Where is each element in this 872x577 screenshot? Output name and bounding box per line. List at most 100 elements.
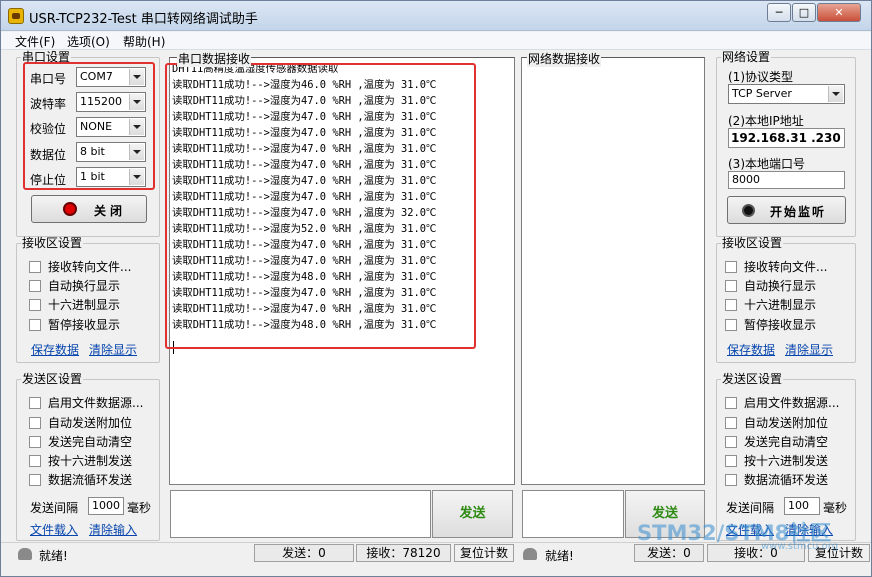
option-label: 自动发送附加位 (744, 416, 829, 430)
chevron-down-icon (828, 86, 843, 102)
chevron-down-icon (129, 169, 144, 185)
left-interval-input[interactable]: 1000 (88, 497, 124, 515)
right-recv-to-file-checkbox[interactable]: 接收转向文件... (725, 260, 827, 274)
option-label: 启用文件数据源... (48, 396, 144, 410)
parity-label: 校验位 (30, 122, 67, 136)
left-load-file-link[interactable]: 文件载入 (30, 521, 78, 538)
option-label: 自动换行显示 (744, 279, 817, 293)
start-listen-button[interactable]: 开始监听 (727, 196, 846, 224)
right-receive-legend: 接收区设置 (722, 236, 783, 250)
left-hex-display-checkbox[interactable]: 十六进制显示 (29, 298, 120, 312)
protocol-select[interactable]: TCP Server (728, 84, 845, 104)
right-interval-unit: 毫秒 (823, 501, 848, 515)
title-bar: USR-TCP232-Test 串口转网络调试助手 ─ □ ✕ (1, 1, 871, 31)
option-label: 暂停接收显示 (744, 318, 817, 332)
option-label: 暂停接收显示 (48, 318, 121, 332)
serial-receive-line: 读取DHT11成功!-->湿度为46.0 %RH ,温度为 31.0℃ (172, 79, 437, 91)
baud-value: 115200 (80, 95, 122, 108)
close-window-button[interactable]: ✕ (817, 3, 861, 22)
minimize-button[interactable]: ─ (767, 3, 791, 22)
app-icon (8, 8, 24, 24)
option-label: 启用文件数据源... (744, 396, 840, 410)
listen-indicator-icon (742, 204, 755, 217)
serial-settings-legend: 串口设置 (22, 50, 71, 64)
menu-help[interactable]: 帮助(H) (123, 33, 165, 50)
stopbits-label: 停止位 (30, 173, 67, 187)
right-save-data-link[interactable]: 保存数据 (727, 341, 775, 358)
baud-label: 波特率 (30, 97, 67, 111)
menu-options[interactable]: 选项(O) (67, 33, 110, 50)
option-label: 按十六进制发送 (48, 454, 133, 468)
net-send-input[interactable] (522, 490, 624, 538)
serial-receive-line: 读取DHT11成功!-->湿度为47.0 %RH ,温度为 31.0℃ (172, 175, 437, 187)
serial-receive-line: 读取DHT11成功!-->湿度为52.0 %RH ,温度为 31.0℃ (172, 223, 437, 235)
left-hex-send-checkbox[interactable]: 按十六进制发送 (29, 454, 132, 468)
left-save-data-link[interactable]: 保存数据 (31, 341, 79, 358)
serial-receive-line: 读取DHT11成功!-->湿度为47.0 %RH ,温度为 31.0℃ (172, 239, 437, 251)
right-hex-send-checkbox[interactable]: 按十六进制发送 (725, 454, 828, 468)
local-port-label: (3)本地端口号 (728, 157, 805, 171)
stopbits-select[interactable]: 1 bit (76, 167, 146, 187)
net-receive-legend: 网络数据接收 (527, 50, 602, 67)
left-append-bit-checkbox[interactable]: 自动发送附加位 (29, 416, 132, 430)
right-file-source-checkbox[interactable]: 启用文件数据源... (725, 396, 839, 410)
ip-label: (2)本地IP地址 (728, 114, 804, 128)
serial-receive-line: 读取DHT11成功!-->湿度为47.0 %RH ,温度为 31.0℃ (172, 143, 437, 155)
serial-send-input[interactable] (170, 490, 431, 538)
serial-receive-line: 读取DHT11成功!-->湿度为47.0 %RH ,温度为 31.0℃ (172, 287, 437, 299)
menu-file[interactable]: 文件(F) (15, 33, 55, 50)
right-loop-send-checkbox[interactable]: 数据流循环发送 (725, 473, 828, 487)
red-light-icon (63, 202, 77, 216)
databits-select[interactable]: 8 bit (76, 142, 146, 162)
watermark-url: www.stmcu.org (761, 541, 839, 552)
serial-receive-line: 读取DHT11成功!-->湿度为47.0 %RH ,温度为 31.0℃ (172, 95, 437, 107)
status-hand-icon (523, 548, 537, 560)
left-clear-display-link[interactable]: 清除显示 (89, 341, 137, 358)
close-port-button[interactable]: 关闭 (31, 195, 147, 223)
port-value: COM7 (80, 70, 113, 83)
left-auto-clear-checkbox[interactable]: 发送完自动清空 (29, 435, 132, 449)
port-select[interactable]: COM7 (76, 67, 146, 87)
right-hex-display-checkbox[interactable]: 十六进制显示 (725, 298, 816, 312)
right-status-ready: 就绪! (545, 549, 574, 563)
ip-input[interactable]: 192.168.31 .230 (728, 128, 845, 148)
protocol-label: (1)协议类型 (728, 70, 793, 84)
option-label: 发送完自动清空 (48, 435, 133, 449)
baud-select[interactable]: 115200 (76, 92, 146, 112)
left-interval-unit: 毫秒 (127, 501, 152, 515)
left-loop-send-checkbox[interactable]: 数据流循环发送 (29, 473, 132, 487)
option-label: 发送完自动清空 (744, 435, 829, 449)
right-auto-clear-checkbox[interactable]: 发送完自动清空 (725, 435, 828, 449)
option-label: 数据流循环发送 (744, 473, 829, 487)
right-pause-display-checkbox[interactable]: 暂停接收显示 (725, 318, 816, 332)
parity-select[interactable]: NONE (76, 117, 146, 137)
left-auto-wrap-checkbox[interactable]: 自动换行显示 (29, 279, 120, 293)
app-window: USR-TCP232-Test 串口转网络调试助手 ─ □ ✕ 文件(F) 选项… (0, 0, 872, 577)
left-interval-label: 发送间隔 (30, 501, 79, 515)
option-label: 接收转向文件... (744, 260, 828, 274)
left-reset-count-button[interactable]: 复位计数 (454, 544, 514, 562)
right-interval-label: 发送间隔 (726, 501, 775, 515)
left-clear-input-link[interactable]: 清除输入 (89, 521, 137, 538)
background-window-ghost (331, 1, 561, 31)
left-file-source-checkbox[interactable]: 启用文件数据源... (29, 396, 143, 410)
right-auto-wrap-checkbox[interactable]: 自动换行显示 (725, 279, 816, 293)
serial-receive-area[interactable]: DHT11高精度温湿度传感器数据读取 读取DHT11成功!-->湿度为46.0 %… (169, 57, 515, 485)
left-send-count: 发送：0 (254, 544, 354, 562)
option-label: 按十六进制发送 (744, 454, 829, 468)
right-clear-display-link[interactable]: 清除显示 (785, 341, 833, 358)
left-recv-count: 接收：78120 (356, 544, 451, 562)
option-label: 接收转向文件... (48, 260, 132, 274)
serial-receive-line: 读取DHT11成功!-->湿度为47.0 %RH ,温度为 32.0℃ (172, 207, 437, 219)
net-receive-area[interactable] (521, 57, 705, 485)
maximize-button[interactable]: □ (792, 3, 816, 22)
right-append-bit-checkbox[interactable]: 自动发送附加位 (725, 416, 828, 430)
serial-send-button[interactable]: 发送 (432, 490, 513, 538)
right-interval-input[interactable]: 100 (784, 497, 820, 515)
close-port-label: 关闭 (94, 204, 127, 218)
option-label: 十六进制显示 (744, 298, 817, 312)
chevron-down-icon (129, 94, 144, 110)
left-recv-to-file-checkbox[interactable]: 接收转向文件... (29, 260, 131, 274)
local-port-input[interactable]: 8000 (728, 171, 845, 189)
left-pause-display-checkbox[interactable]: 暂停接收显示 (29, 318, 120, 332)
